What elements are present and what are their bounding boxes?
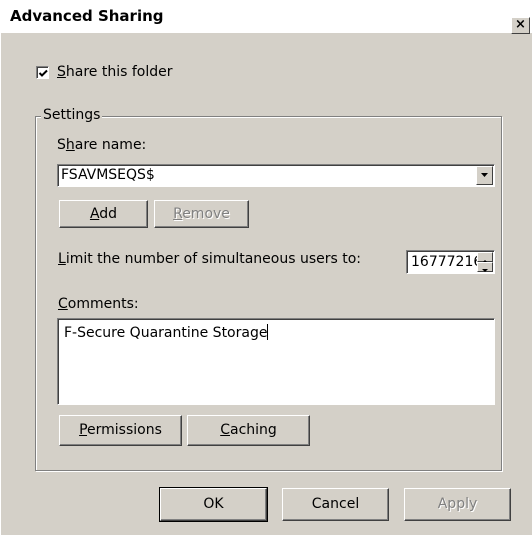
limit-users-spinbox[interactable]: 16777216 <box>406 250 495 274</box>
close-icon: × <box>515 17 526 32</box>
settings-group-title: Settings <box>41 107 103 123</box>
share-name-combobox[interactable]: FSAVMSEQS$ <box>57 164 495 187</box>
ok-button[interactable]: OK <box>159 487 268 522</box>
share-name-label: Share name: <box>57 137 147 153</box>
share-folder-checkbox[interactable] <box>36 66 49 79</box>
limit-users-label: Limit the number of simultaneous users t… <box>58 251 362 267</box>
title-bar[interactable]: Advanced Sharing × <box>1 0 532 34</box>
limit-users-value: 16777216 <box>411 254 483 270</box>
cancel-button[interactable]: Cancel <box>282 488 389 521</box>
spin-down-icon <box>482 269 488 272</box>
spin-down-button[interactable] <box>477 262 493 272</box>
comments-textarea[interactable]: F-Secure Quarantine Storage <box>57 318 495 405</box>
remove-button[interactable]: Remove <box>154 200 249 228</box>
apply-button[interactable]: Apply <box>404 488 511 521</box>
window-title: Advanced Sharing <box>10 7 164 25</box>
share-folder-label[interactable]: Share this folder <box>57 64 173 80</box>
limit-users-spin-buttons <box>477 252 493 272</box>
caching-button[interactable]: Caching <box>187 415 310 446</box>
check-icon <box>38 69 48 77</box>
share-name-dropdown-button[interactable] <box>476 166 493 185</box>
permissions-button[interactable]: Permissions <box>59 415 182 446</box>
advanced-sharing-dialog: Advanced Sharing × Share this folder Set… <box>0 0 532 535</box>
text-caret <box>267 324 269 340</box>
share-name-value: FSAVMSEQS$ <box>61 167 155 183</box>
add-button[interactable]: Add <box>59 200 148 228</box>
comments-label: Comments: <box>58 296 139 312</box>
spin-up-button[interactable] <box>477 252 493 263</box>
comments-value: F-Secure Quarantine Storage <box>64 324 269 341</box>
chevron-down-icon <box>481 173 488 177</box>
close-button[interactable]: × <box>511 17 530 34</box>
